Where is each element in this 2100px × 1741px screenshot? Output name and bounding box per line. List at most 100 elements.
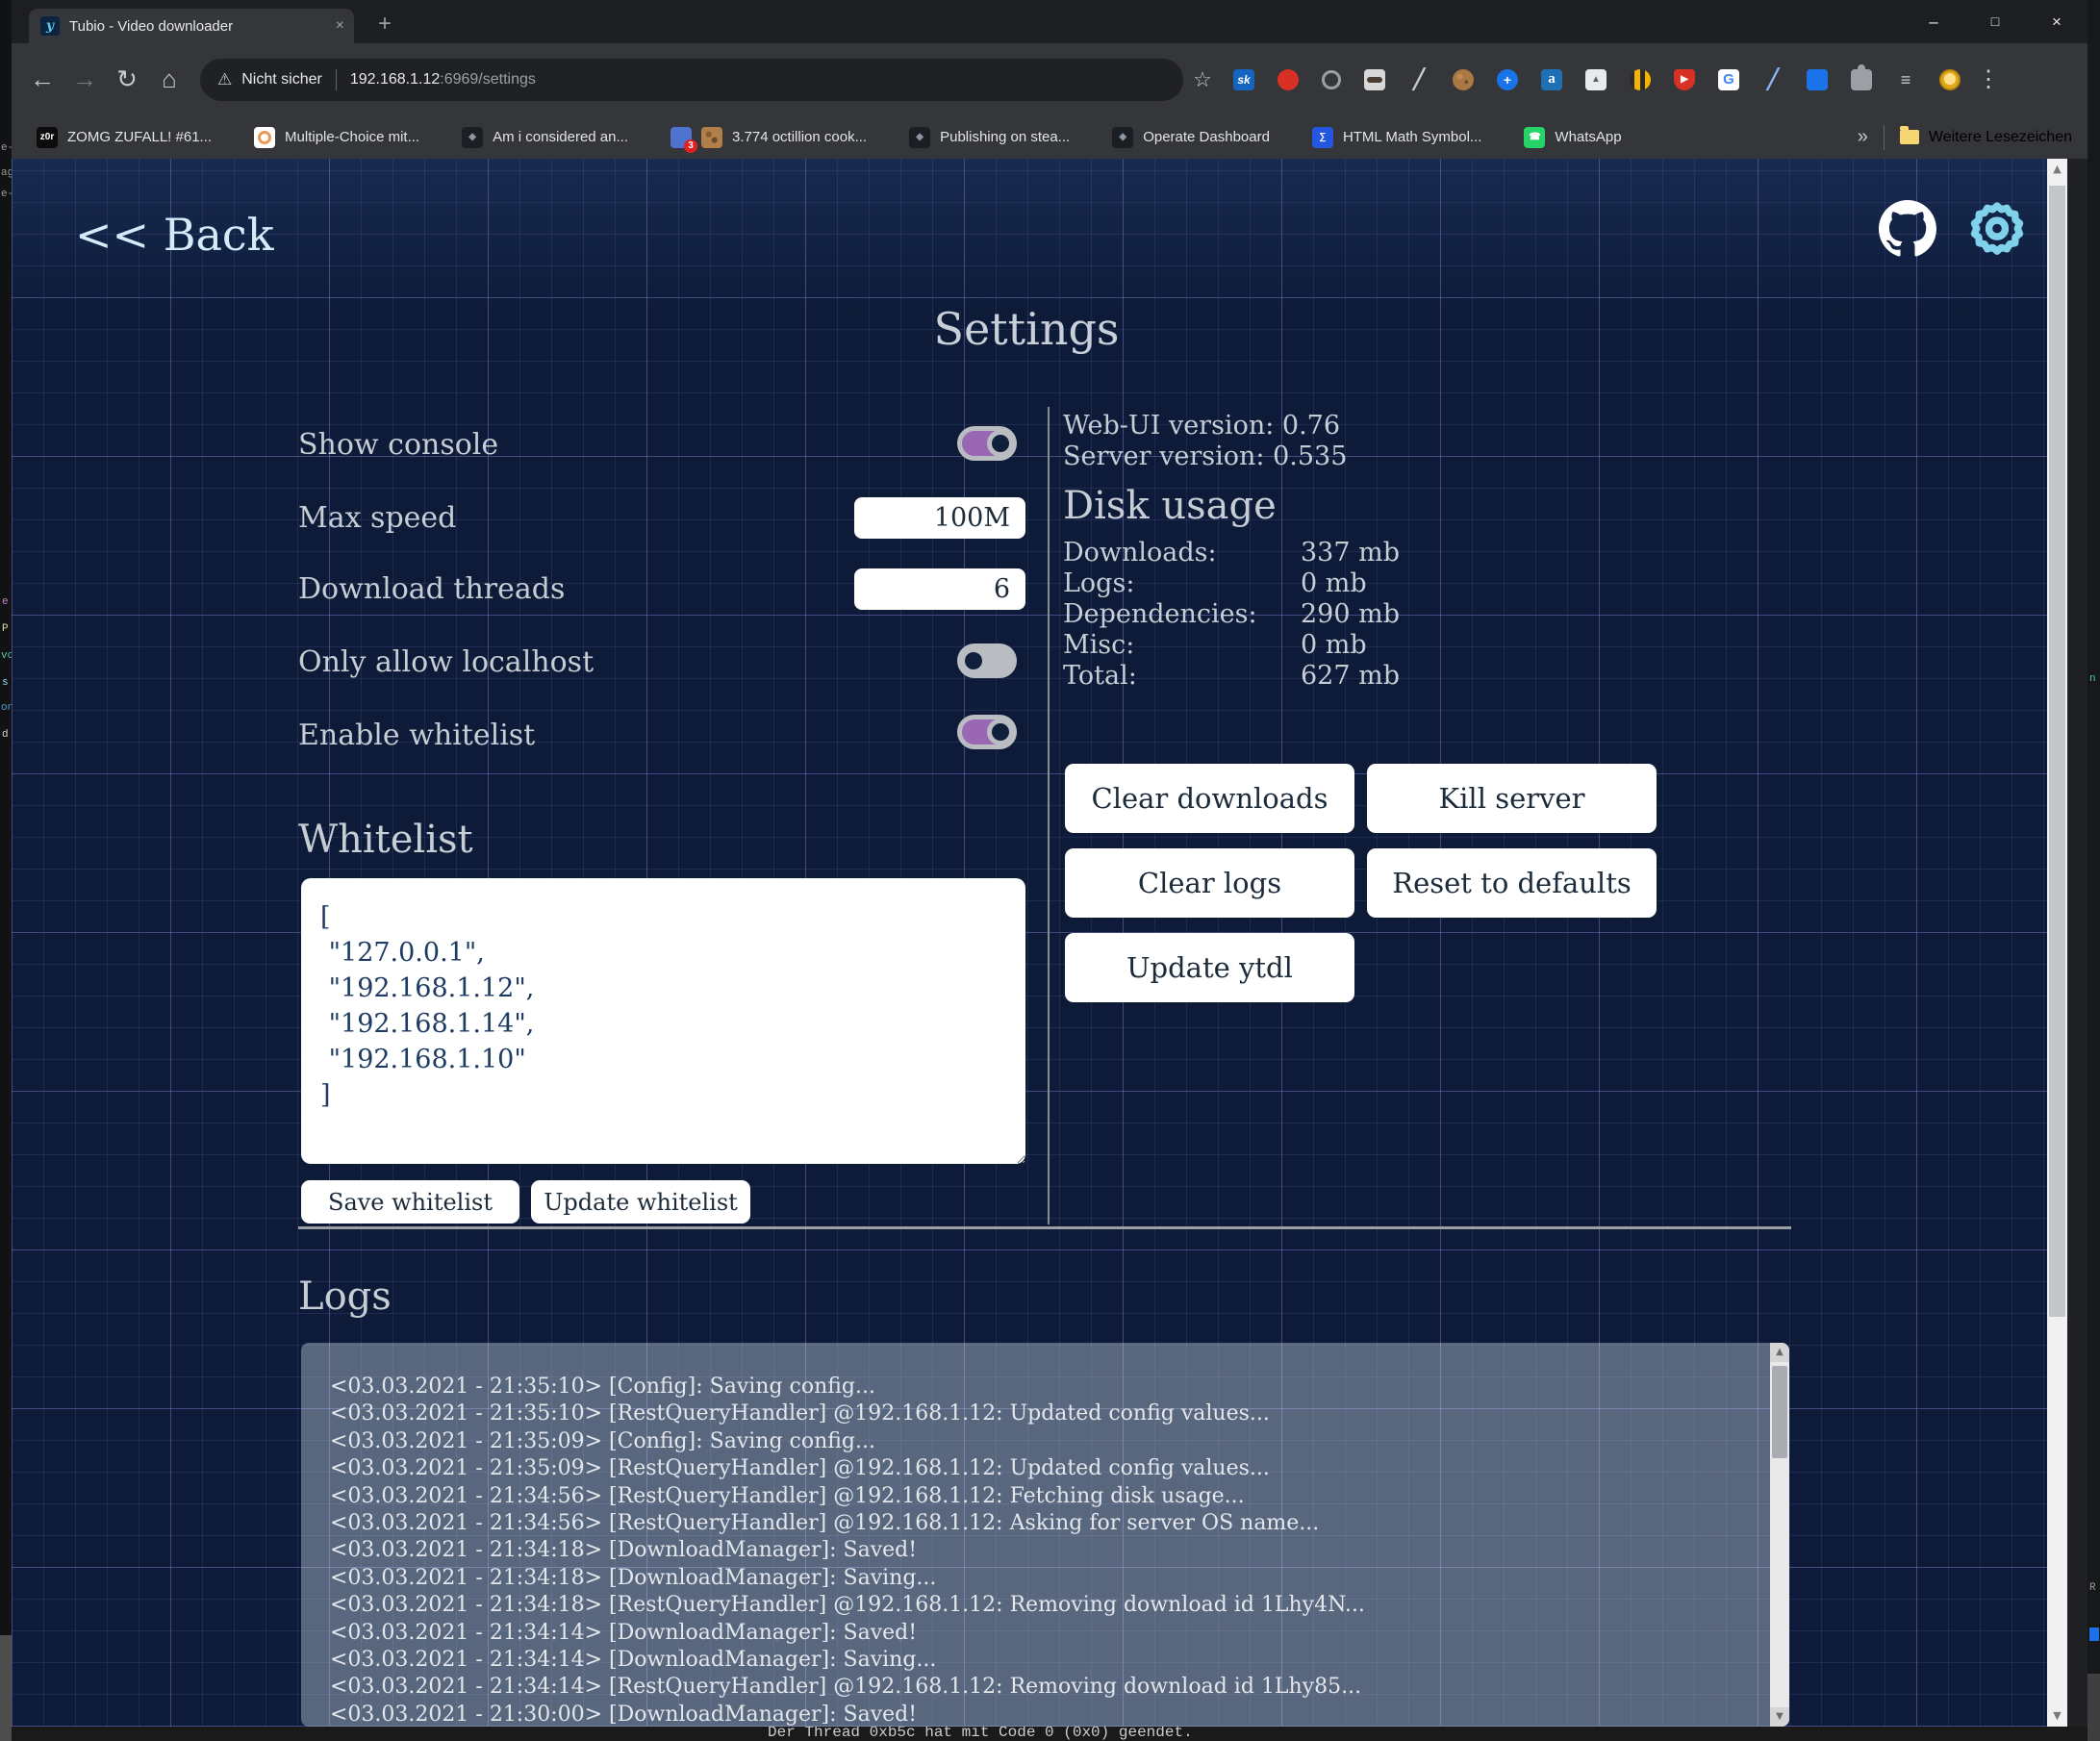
app-favicon: 3 xyxy=(670,127,692,148)
disk-row-total: Total:627 mb xyxy=(1063,661,1563,691)
z0r-favicon: z0r xyxy=(37,127,58,148)
home-button[interactable]: ⌂ xyxy=(148,64,190,94)
address-bar[interactable]: ⚠ Nicht sicher 192.168.1.12 :6969/settin… xyxy=(200,59,1183,101)
tubio-favicon-icon: y xyxy=(40,16,60,36)
log-line: <03.03.2021 - 21:35:10> [RestQueryHandle… xyxy=(330,1400,1751,1427)
enable-whitelist-toggle[interactable] xyxy=(957,715,1017,749)
folder-icon xyxy=(1900,130,1919,144)
scroll-up-icon[interactable]: ▲ xyxy=(2047,159,2067,180)
only-allow-localhost-toggle[interactable] xyxy=(957,643,1017,678)
bookmark-label: Multiple-Choice mit... xyxy=(285,129,419,145)
settings-gear-icon[interactable] xyxy=(1964,197,2030,263)
disk-row-value: 0 mb xyxy=(1301,568,1367,598)
amazon-icon[interactable]: a xyxy=(1541,69,1562,90)
browser-tab[interactable]: y Tubio - Video downloader × xyxy=(29,9,354,43)
scroll-down-icon[interactable]: ▼ xyxy=(1770,1707,1789,1727)
debug-output-text: Der Thread 0xb5c hat mit Code 0 (0x0) ge… xyxy=(768,1727,1193,1741)
security-warning-label[interactable]: Nicht sicher xyxy=(241,71,322,88)
photos-icon[interactable]: ▲ xyxy=(1585,69,1607,90)
masked-file-icon[interactable] xyxy=(1364,69,1385,90)
log-line: <03.03.2021 - 21:34:18> [DownloadManager… xyxy=(330,1537,1751,1564)
stop-hand-icon[interactable] xyxy=(1278,69,1299,90)
new-tab-button[interactable]: + xyxy=(369,10,400,40)
ring-extension-icon[interactable] xyxy=(1322,70,1341,89)
blue-shield-icon[interactable] xyxy=(1807,69,1828,90)
bookmark-item[interactable]: ∑ HTML Math Symbol... xyxy=(1312,127,1481,148)
play-shield-icon[interactable]: ▶ xyxy=(1674,69,1695,90)
bookmark-label: WhatsApp xyxy=(1555,129,1621,145)
coins-avatar-icon[interactable] xyxy=(1939,69,1961,90)
scroll-up-icon[interactable]: ▲ xyxy=(1770,1343,1789,1362)
syringe-icon[interactable]: ╱ xyxy=(1762,69,1784,90)
bookmark-item[interactable]: ◆ Operate Dashboard xyxy=(1112,127,1270,148)
save-whitelist-button[interactable]: Save whitelist xyxy=(301,1180,519,1224)
tubio-settings-page: << Back Settings Show console Max speed … xyxy=(12,159,2067,1727)
window-close-button[interactable]: × xyxy=(2026,0,2087,43)
back-link[interactable]: << Back xyxy=(75,209,274,261)
google-icon[interactable]: G xyxy=(1718,69,1739,90)
toggle-knob xyxy=(987,719,1014,745)
browser-menu-icon[interactable]: ⋮ xyxy=(1974,65,2003,93)
whitelist-heading: Whitelist xyxy=(298,818,473,862)
reload-button[interactable]: ↻ xyxy=(106,64,148,94)
page-scrollbar-thumb[interactable] xyxy=(2049,186,2065,1317)
cookie-extension-icon[interactable] xyxy=(1453,69,1474,90)
disk-usage-heading: Disk usage xyxy=(1063,484,1277,528)
security-warning-icon[interactable]: ⚠ xyxy=(217,70,232,89)
spiral-favicon xyxy=(254,127,275,148)
bee-icon[interactable] xyxy=(1630,69,1651,90)
vertical-divider xyxy=(1048,407,1050,1224)
reset-to-defaults-button[interactable]: Reset to defaults xyxy=(1367,848,1657,918)
update-whitelist-button[interactable]: Update whitelist xyxy=(531,1180,750,1224)
bookmark-label: Am i considered an... xyxy=(493,129,628,145)
bookmark-item[interactable]: ◆ Am i considered an... xyxy=(462,127,628,148)
kill-server-button[interactable]: Kill server xyxy=(1367,764,1657,833)
log-line: <03.03.2021 - 21:35:10> [Config]: Saving… xyxy=(330,1374,1751,1400)
browser-window: y Tubio - Video downloader × + – □ × ← →… xyxy=(12,0,2087,1727)
disk-row-label: Logs: xyxy=(1063,568,1134,598)
logs-scrollbar-thumb[interactable] xyxy=(1772,1366,1787,1458)
bookmark-item[interactable]: z0r ZOMG ZUFALL! #61... xyxy=(37,127,212,148)
download-threads-input[interactable] xyxy=(854,568,1025,610)
log-line: <03.03.2021 - 21:34:18> [DownloadManager… xyxy=(330,1565,1751,1592)
background-window-right-sliver: n R xyxy=(2087,0,2100,1741)
back-button[interactable]: ← xyxy=(21,64,63,94)
cookie-favicon xyxy=(701,127,722,148)
bookmark-label: Publishing on stea... xyxy=(940,129,1070,145)
max-speed-label: Max speed xyxy=(298,501,456,535)
bookmarks-bar: z0r ZOMG ZUFALL! #61... Multiple-Choice … xyxy=(12,115,2087,159)
background-window-left-sliver: e- ag e- e P vo s on d xyxy=(0,0,12,1741)
show-console-toggle[interactable] xyxy=(957,426,1017,461)
sk-extension-icon[interactable]: sk xyxy=(1233,69,1254,90)
window-maximize-button[interactable]: □ xyxy=(1964,0,2026,43)
github-icon[interactable] xyxy=(1879,200,1936,258)
playlist-icon[interactable]: ≡ xyxy=(1895,69,1916,90)
bookmark-label: HTML Math Symbol... xyxy=(1343,129,1481,145)
url-host[interactable]: 192.168.1.12 xyxy=(350,71,440,88)
blue-cross-icon[interactable]: + xyxy=(1497,69,1518,90)
disk-row-logs: Logs: 0 mb xyxy=(1063,568,1563,598)
bookmark-item[interactable]: ☎ WhatsApp xyxy=(1524,127,1621,148)
clear-logs-button[interactable]: Clear logs xyxy=(1065,848,1354,918)
forward-button[interactable]: → xyxy=(63,64,106,94)
logs-scrollbar[interactable]: ▲ ▼ xyxy=(1770,1343,1789,1727)
server-version-value: 0.535 xyxy=(1273,442,1347,471)
bookmark-item[interactable]: Multiple-Choice mit... xyxy=(254,127,419,148)
disk-row-value: 290 mb xyxy=(1301,599,1400,629)
scroll-down-icon[interactable]: ▼ xyxy=(2047,1705,2067,1727)
pen-icon[interactable]: ╱ xyxy=(1408,69,1430,90)
bookmark-star-icon[interactable]: ☆ xyxy=(1183,67,1222,92)
page-scrollbar[interactable]: ▲ ▼ xyxy=(2047,159,2067,1727)
max-speed-input[interactable] xyxy=(854,497,1025,539)
url-path[interactable]: :6969/settings xyxy=(440,71,536,88)
bookmark-item[interactable]: 3 3.774 octillion cook... xyxy=(670,127,867,148)
puzzle-icon[interactable] xyxy=(1851,69,1872,90)
other-bookmarks-label[interactable]: Weitere Lesezeichen xyxy=(1929,129,2072,146)
tab-close-icon[interactable]: × xyxy=(336,17,344,35)
clear-downloads-button[interactable]: Clear downloads xyxy=(1065,764,1354,833)
bookmarks-overflow-icon[interactable]: » xyxy=(1858,126,1868,148)
window-minimize-button[interactable]: – xyxy=(1903,0,1964,43)
update-ytdl-button[interactable]: Update ytdl xyxy=(1065,933,1354,1002)
whitelist-textarea[interactable]: [ "127.0.0.1", "192.168.1.12", "192.168.… xyxy=(301,878,1025,1164)
bookmark-item[interactable]: ◆ Publishing on stea... xyxy=(909,127,1070,148)
